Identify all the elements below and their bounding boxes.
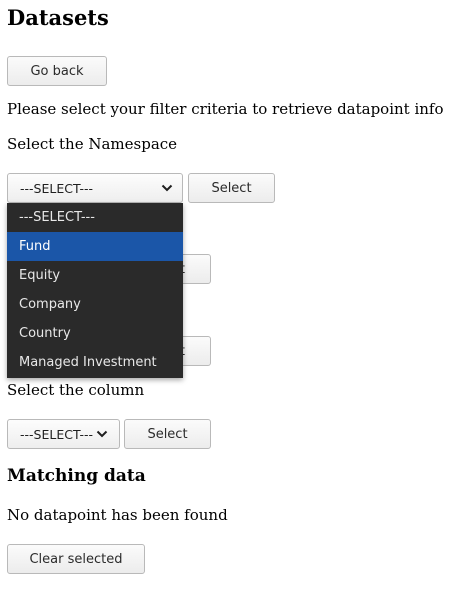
namespace-dropdown-list[interactable]: ---SELECT--- Fund Equity Company Country… [7, 203, 183, 378]
column-select-button[interactable]: Select [124, 419, 211, 449]
column-label: Select the column [7, 381, 145, 399]
chevron-down-icon [161, 184, 173, 192]
dropdown-option[interactable]: Equity [7, 261, 183, 290]
dropdown-option-highlighted[interactable]: Fund [7, 232, 183, 261]
go-back-button[interactable]: Go back [7, 56, 107, 86]
namespace-select-button[interactable]: Select [188, 173, 275, 203]
dropdown-option[interactable]: Managed Investment [7, 348, 183, 377]
dropdown-option[interactable]: Company [7, 290, 183, 319]
namespace-label: Select the Namespace [7, 135, 178, 153]
column-select[interactable]: ---SELECT--- [7, 419, 120, 449]
namespace-select[interactable]: ---SELECT--- [7, 173, 183, 203]
no-datapoint-message: No datapoint has been found [7, 506, 228, 524]
dropdown-option[interactable]: Country [7, 319, 183, 348]
matching-data-heading: Matching data [7, 466, 146, 486]
column-select-value: ---SELECT--- [20, 426, 93, 442]
chevron-down-icon [96, 430, 108, 438]
namespace-select-value: ---SELECT--- [20, 180, 93, 196]
instructions-text: Please select your filter criteria to re… [7, 100, 444, 118]
clear-selected-button[interactable]: Clear selected [7, 544, 145, 574]
page-title: Datasets [7, 5, 109, 30]
dropdown-option[interactable]: ---SELECT--- [7, 203, 183, 232]
